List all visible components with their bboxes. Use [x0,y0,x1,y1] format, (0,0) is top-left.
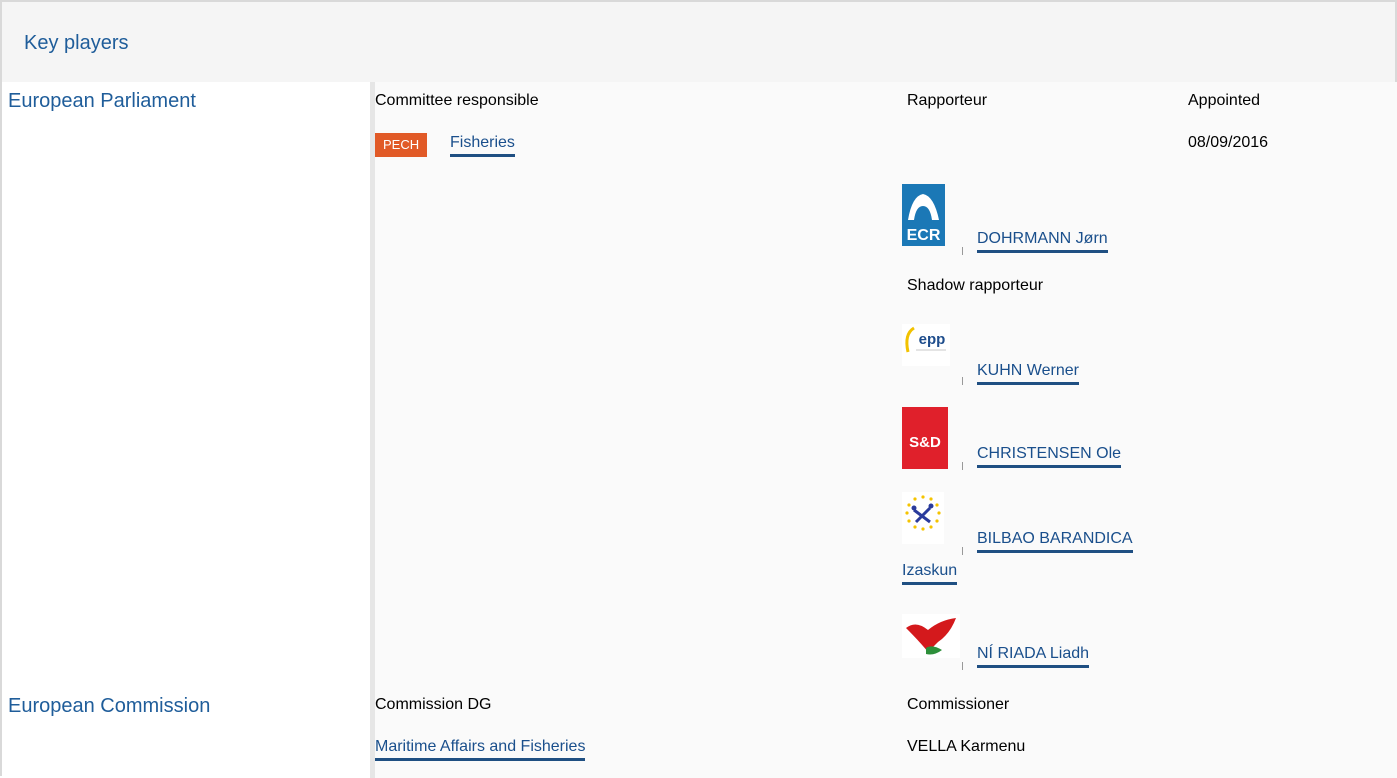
tick-mark [962,462,963,470]
tick-mark [962,247,963,255]
svg-text:epp: epp [919,331,946,348]
shadow-rapporteur-link-3a[interactable]: BILBAO BARANDICA [977,530,1133,553]
epp-group-logo-icon: epp [902,324,950,366]
institution-column: European Parliament European Commission [2,82,370,778]
tick-mark [962,547,963,555]
panel-header: Key players [2,2,1395,83]
gue-ngl-group-logo-icon [902,614,960,658]
commission-dg-link[interactable]: Maritime Affairs and Fisheries [375,738,586,761]
european-parliament-title: European Parliament [8,90,196,112]
commissioner-label: Commissioner [907,696,1010,713]
shadow-rapporteur-link-3b[interactable]: Izaskun [902,562,958,585]
shadow-rapporteur-link-2[interactable]: CHRISTENSEN Ole [977,445,1122,468]
european-commission-title: European Commission [8,695,211,717]
shadow-rapporteur-link-4[interactable]: NÍ RIADA Liadh [977,645,1090,668]
shadow-rapporteur-link-1[interactable]: KUHN Werner [977,362,1079,385]
appointed-label: Appointed [1188,92,1261,109]
commission-dg-label: Commission DG [375,696,492,713]
rapporteur-label: Rapporteur [907,92,988,109]
panel-body: European Parliament European Commission … [2,82,1397,778]
rapporteur-link[interactable]: DOHRMANN Jørn [977,230,1108,253]
tick-mark [962,662,963,670]
shadow-rapporteur-label: Shadow rapporteur [907,277,1044,294]
svg-text:ECR: ECR [907,227,941,244]
appointed-date: 08/09/2016 [1188,134,1269,151]
details-column: Committee responsible Rapporteur Appoint… [370,82,1397,778]
alde-group-logo-icon [902,492,944,544]
sd-group-logo-icon: S&D [902,407,948,469]
tick-mark [962,377,963,385]
svg-text:S&D: S&D [909,434,941,451]
committee-badge: PECH [375,133,428,157]
panel-title: Key players [24,32,129,54]
ecr-group-logo-icon: ECR [902,184,945,246]
committee-fisheries-link[interactable]: Fisheries [450,134,515,157]
key-players-panel: Key players European Parliament European… [0,0,1397,778]
commissioner-name: VELLA Karmenu [907,738,1026,755]
committee-responsible-label: Committee responsible [375,92,539,109]
